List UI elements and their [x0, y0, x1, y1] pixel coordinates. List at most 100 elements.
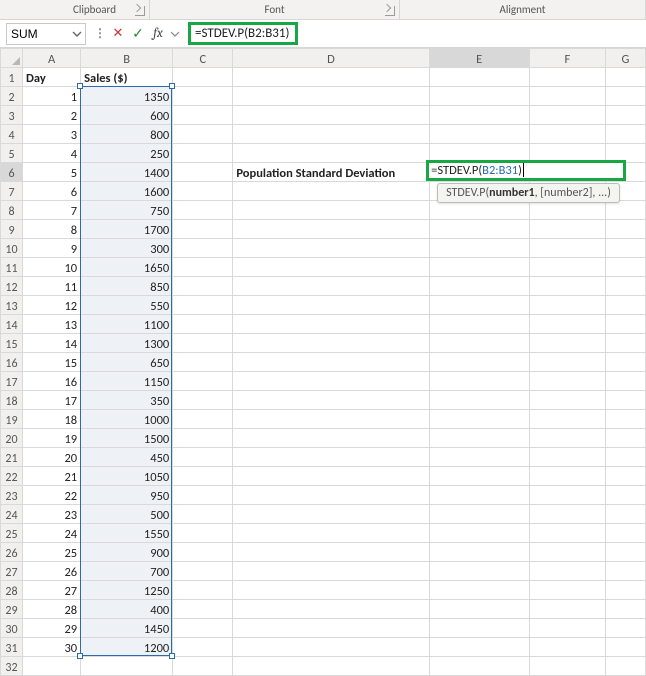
- range-handle-icon[interactable]: [77, 83, 83, 89]
- cell[interactable]: 9: [23, 239, 81, 258]
- cell[interactable]: [529, 106, 605, 125]
- cell[interactable]: [429, 239, 529, 258]
- cell[interactable]: [529, 505, 605, 524]
- worksheet-grid[interactable]: ABCDEFG 1DaySales ($)2113503260043800542…: [0, 48, 646, 676]
- cell[interactable]: 26: [23, 562, 81, 581]
- cell[interactable]: [233, 638, 429, 657]
- cell[interactable]: 16: [23, 372, 81, 391]
- cell[interactable]: [529, 581, 605, 600]
- cell[interactable]: [605, 467, 645, 486]
- cell[interactable]: [173, 201, 233, 220]
- cell[interactable]: [173, 296, 233, 315]
- column-header[interactable]: F: [529, 49, 605, 68]
- cell[interactable]: [529, 600, 605, 619]
- cell[interactable]: [529, 334, 605, 353]
- row-header[interactable]: 15: [1, 334, 23, 353]
- cell[interactable]: 550: [81, 296, 173, 315]
- cell[interactable]: [173, 163, 233, 182]
- cell[interactable]: [429, 296, 529, 315]
- active-cell-editor[interactable]: =STDEV.P(B2:B31): [426, 160, 626, 181]
- cell[interactable]: [173, 600, 233, 619]
- cell[interactable]: [529, 125, 605, 144]
- cell[interactable]: [173, 524, 233, 543]
- cell[interactable]: [605, 353, 645, 372]
- cell[interactable]: [233, 315, 429, 334]
- column-header[interactable]: D: [233, 49, 429, 68]
- cell[interactable]: [233, 410, 429, 429]
- cell[interactable]: 12: [23, 296, 81, 315]
- cell[interactable]: [429, 429, 529, 448]
- dialog-launcher-icon[interactable]: [385, 6, 395, 16]
- cell[interactable]: [605, 391, 645, 410]
- cell[interactable]: 30: [23, 638, 81, 657]
- cell[interactable]: [529, 543, 605, 562]
- column-header[interactable]: B: [81, 49, 173, 68]
- cell[interactable]: [233, 334, 429, 353]
- cell[interactable]: 17: [23, 391, 81, 410]
- enter-button[interactable]: ✓: [128, 23, 148, 45]
- column-header[interactable]: A: [23, 49, 81, 68]
- cell[interactable]: [605, 657, 645, 676]
- row-header[interactable]: 12: [1, 277, 23, 296]
- range-handle-icon[interactable]: [77, 653, 83, 659]
- cell[interactable]: [429, 467, 529, 486]
- cell[interactable]: [173, 372, 233, 391]
- cell[interactable]: [429, 600, 529, 619]
- select-all-corner[interactable]: [1, 49, 23, 68]
- cell[interactable]: [605, 201, 645, 220]
- cell[interactable]: 600: [81, 106, 173, 125]
- cell[interactable]: [429, 125, 529, 144]
- row-header[interactable]: 16: [1, 353, 23, 372]
- cell[interactable]: [173, 315, 233, 334]
- cell[interactable]: [173, 334, 233, 353]
- column-header[interactable]: G: [605, 49, 645, 68]
- cell[interactable]: [173, 391, 233, 410]
- cell[interactable]: 300: [81, 239, 173, 258]
- cell[interactable]: [529, 68, 605, 87]
- row-header[interactable]: 31: [1, 638, 23, 657]
- cell[interactable]: 1050: [81, 467, 173, 486]
- cell[interactable]: [233, 277, 429, 296]
- cell[interactable]: 1250: [81, 581, 173, 600]
- cell[interactable]: 750: [81, 201, 173, 220]
- cell[interactable]: [529, 220, 605, 239]
- cell[interactable]: [605, 600, 645, 619]
- cell[interactable]: [605, 410, 645, 429]
- cell[interactable]: [605, 638, 645, 657]
- cell[interactable]: [529, 239, 605, 258]
- cell[interactable]: [173, 467, 233, 486]
- cell[interactable]: 1200: [81, 638, 173, 657]
- cell[interactable]: 24: [23, 524, 81, 543]
- cell[interactable]: [605, 258, 645, 277]
- cell[interactable]: 1300: [81, 334, 173, 353]
- row-header[interactable]: 23: [1, 486, 23, 505]
- row-header[interactable]: 29: [1, 600, 23, 619]
- cell[interactable]: 8: [23, 220, 81, 239]
- row-header[interactable]: 3: [1, 106, 23, 125]
- cell[interactable]: [173, 486, 233, 505]
- cell[interactable]: 5: [23, 163, 81, 182]
- cell[interactable]: [233, 448, 429, 467]
- cell[interactable]: [233, 562, 429, 581]
- cell[interactable]: [233, 619, 429, 638]
- column-header[interactable]: C: [173, 49, 233, 68]
- cell[interactable]: [429, 581, 529, 600]
- cell[interactable]: Day: [23, 68, 81, 87]
- row-header[interactable]: 6: [1, 163, 23, 182]
- cell[interactable]: 1: [23, 87, 81, 106]
- row-header[interactable]: 21: [1, 448, 23, 467]
- formula-input[interactable]: =STDEV.P(B2:B31): [182, 23, 646, 45]
- cell[interactable]: [429, 505, 529, 524]
- cell[interactable]: 1650: [81, 258, 173, 277]
- cell[interactable]: 900: [81, 543, 173, 562]
- cell[interactable]: 400: [81, 600, 173, 619]
- row-header[interactable]: 19: [1, 410, 23, 429]
- cell[interactable]: [429, 334, 529, 353]
- cell[interactable]: [605, 106, 645, 125]
- name-box-input[interactable]: [7, 25, 69, 43]
- cell[interactable]: 3: [23, 125, 81, 144]
- cell[interactable]: [529, 562, 605, 581]
- row-header[interactable]: 26: [1, 543, 23, 562]
- cell[interactable]: 1350: [81, 87, 173, 106]
- cell[interactable]: 500: [81, 505, 173, 524]
